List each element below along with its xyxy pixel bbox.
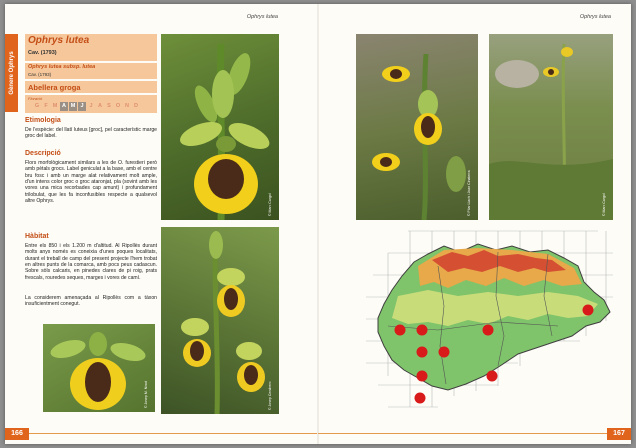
habitat-text-2: La considerem amenaçada al Ripollès com … [25, 295, 157, 308]
flowering-month: A [98, 103, 102, 109]
common-name-header: Abellera groga [25, 81, 157, 93]
flowering-month: G [34, 103, 40, 109]
occurrence-dot [416, 346, 428, 358]
subspecies-author: Cav. (1793) [28, 72, 52, 77]
common-name: Abellera groga [28, 82, 81, 92]
etimologia-title: Etimologia [25, 117, 61, 124]
flowering-month: N [125, 103, 129, 109]
page-number-left: 166 [5, 428, 29, 440]
flowering-month: J [78, 102, 86, 111]
photo-credit-3: © Josep M. Ninot [144, 381, 148, 408]
genus-side-tab: Gènere Ophrys [5, 34, 18, 112]
occurrence-dot [438, 346, 450, 358]
flowering-month: D [134, 103, 138, 109]
photo-credit-2: © Josep Cendrero [268, 381, 272, 410]
photo-orchid-spike: © Josep Cendrero [161, 227, 279, 414]
orchid-flowers-illustration [50, 332, 146, 410]
page-number-right: 167 [607, 428, 631, 440]
species-header: Ophrys lutea Cav. (1793) [25, 34, 157, 61]
bottom-rule-left [29, 433, 318, 434]
occurrence-dot [482, 324, 494, 336]
flowering-month: F [44, 103, 48, 109]
occurrence-dot [486, 370, 498, 382]
orchid-meadow-illustration [489, 43, 613, 220]
descripcio-text: Flors morfològicament similars a les de … [25, 160, 157, 205]
flowering-month: M [69, 102, 77, 111]
bottom-rule-right [318, 433, 607, 434]
book-spread: Ophrys lutea Gènere Ophrys Ophrys lutea … [5, 4, 631, 444]
photo-credit-5: © Marc Cargol [602, 193, 606, 216]
running-head-left: Ophrys lutea [246, 14, 278, 20]
distribution-map [366, 230, 613, 408]
orchid-habitat-illustration [372, 53, 466, 220]
photo-credit-1: © Marc Cargol [268, 193, 272, 216]
running-head-right: Ophrys lutea [579, 14, 611, 20]
flowering-month: O [115, 103, 121, 109]
occurrence-dot [582, 304, 594, 316]
right-page: Ophrys lutea © Pilar Llach i Joan Cinate… [318, 4, 631, 444]
descripcio-title: Descripció [25, 150, 61, 157]
subspecies-name: Ophrys lutea subsp. lutea [28, 64, 96, 70]
photo-orchid-closeup: © Marc Cargol [161, 34, 279, 220]
occurrence-dot [414, 392, 426, 404]
flowering-month: A [60, 102, 68, 111]
orchid-closeup-illustration [180, 43, 270, 220]
month-strip: GFMAMJJASOND [33, 102, 140, 111]
flowering-month: S [107, 103, 111, 109]
occurrence-dot [416, 370, 428, 382]
flowering-month: J [89, 103, 93, 109]
occurrence-dot [394, 324, 406, 336]
subspecies-header: Ophrys lutea subsp. lutea Cav. (1793) [25, 63, 157, 79]
photo-credit-4: © Pilar Llach i Joan Cinaterra [467, 170, 471, 216]
occurrence-dot [416, 324, 428, 336]
left-page: Ophrys lutea Gènere Ophrys Ophrys lutea … [5, 4, 318, 444]
species-author: Cav. (1793) [28, 50, 57, 56]
photo-orchid-flowers: © Josep M. Ninot [43, 324, 155, 412]
photo-orchid-meadow: © Marc Cargol [489, 34, 613, 220]
orchid-spike-illustration [181, 231, 265, 414]
flowering-month: M [52, 103, 58, 109]
habitat-text-1: Entre els 850 i els 1.200 m d'altitud. A… [25, 243, 157, 281]
flowering-calendar: Floració GFMAMJJASOND [25, 95, 157, 113]
flowering-label: Floració [28, 96, 43, 101]
species-name: Ophrys lutea [28, 35, 90, 46]
etimologia-text: De l'espècie: del llatí luteus [groc], p… [25, 127, 157, 140]
photo-orchid-habitat: © Pilar Llach i Joan Cinaterra [356, 34, 478, 220]
habitat-title: Hàbitat [25, 233, 49, 240]
